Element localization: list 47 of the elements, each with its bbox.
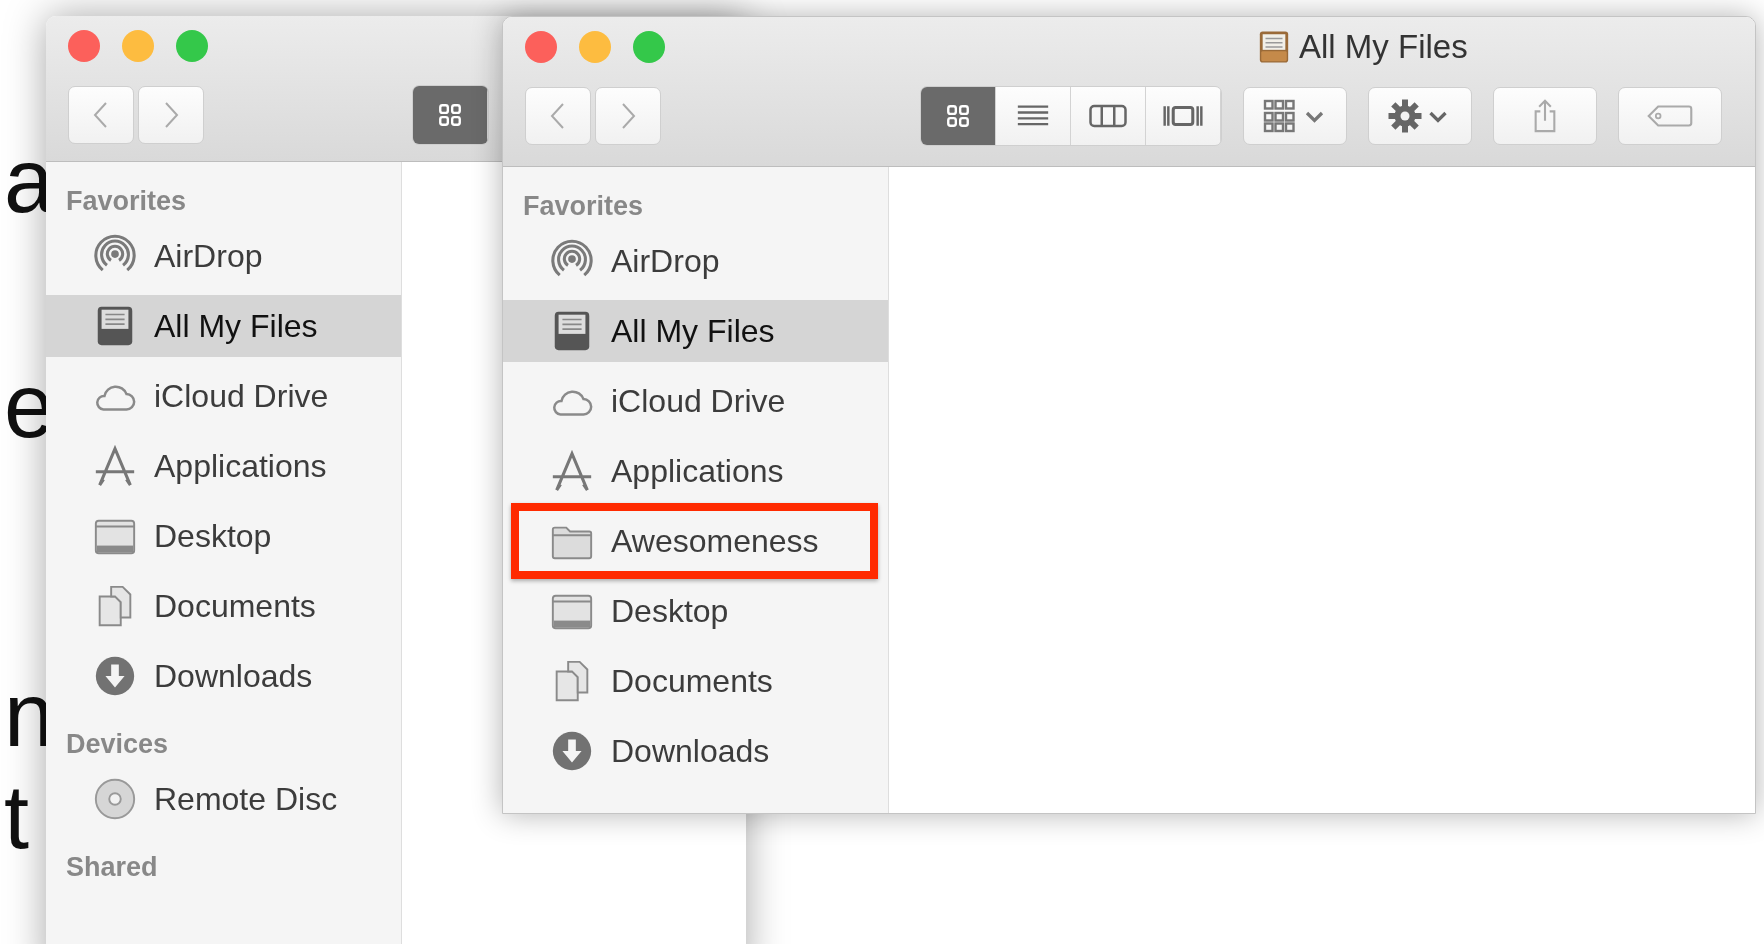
drawer-icon — [1257, 28, 1291, 66]
sidebar-item[interactable]: Remote Disc — [46, 768, 401, 830]
sidebar-item[interactable]: All My Files — [46, 295, 401, 357]
sidebar-item[interactable]: Downloads — [46, 645, 401, 707]
minimize-button[interactable] — [579, 31, 611, 63]
arrange-button[interactable] — [1243, 87, 1347, 145]
sidebar-item[interactable]: Applications — [503, 440, 888, 502]
minimize-button[interactable] — [122, 30, 154, 62]
list-view-button[interactable] — [996, 87, 1071, 145]
disc-icon — [92, 776, 138, 822]
sidebar-item[interactable]: Desktop — [46, 505, 401, 567]
window-title: All My Files — [1299, 28, 1468, 66]
cover-flow-button[interactable] — [1146, 87, 1221, 145]
icon-view-button[interactable] — [413, 86, 488, 144]
section-heading: Favorites — [65, 186, 188, 217]
sidebar-item[interactable]: Applications — [46, 435, 401, 497]
zoom-button[interactable] — [633, 31, 665, 63]
tag-icon — [1646, 103, 1694, 129]
sidebar-item[interactable]: iCloud Drive — [46, 365, 401, 427]
section-heading: Favorites — [522, 191, 645, 222]
section-heading: Devices — [65, 729, 170, 760]
sidebar-item[interactable]: Desktop — [503, 580, 888, 642]
tag-button[interactable] — [1618, 87, 1722, 145]
grid-icon — [437, 102, 463, 128]
back-button[interactable] — [68, 86, 134, 144]
sidebar-item[interactable]: All My Files — [503, 300, 888, 362]
sidebar-item[interactable]: Downloads — [503, 720, 888, 782]
settings-button[interactable] — [1368, 87, 1472, 145]
sidebar-item[interactable]: AirDrop — [503, 230, 888, 292]
columns-icon — [1088, 102, 1128, 130]
document-text: t — [4, 772, 29, 862]
sidebar-item[interactable]: AirDrop — [46, 225, 401, 287]
sidebar-item[interactable]: Documents — [46, 575, 401, 637]
sidebar-item[interactable]: Awesomeness — [511, 503, 878, 579]
forward-button[interactable] — [595, 87, 661, 145]
close-button[interactable] — [525, 31, 557, 63]
forward-button[interactable] — [138, 86, 204, 144]
zoom-button[interactable] — [176, 30, 208, 62]
close-button[interactable] — [68, 30, 100, 62]
sidebar-item[interactable]: iCloud Drive — [503, 370, 888, 432]
back-button[interactable] — [525, 87, 591, 145]
grid-icon — [945, 103, 971, 129]
column-view-button[interactable] — [1071, 87, 1146, 145]
section-heading: Shared — [65, 852, 159, 883]
icon-view-button[interactable] — [921, 87, 996, 145]
share-button[interactable] — [1493, 87, 1597, 145]
sidebar-item[interactable]: Documents — [503, 650, 888, 712]
